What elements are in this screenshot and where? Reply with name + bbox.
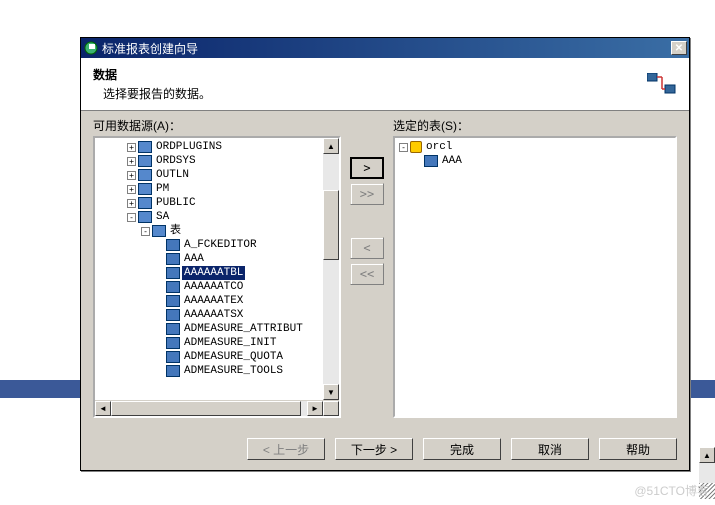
- item-icon: [424, 155, 438, 167]
- scroll-up-button[interactable]: ▲: [323, 138, 339, 154]
- expander-icon[interactable]: +: [127, 157, 136, 166]
- table-node[interactable]: ADMEASURE_ATTRIBUT: [95, 322, 323, 336]
- cancel-button[interactable]: 取消: [511, 438, 589, 460]
- table-node[interactable]: AAAAAATSX: [95, 308, 323, 322]
- table-icon: [138, 141, 152, 153]
- back-button[interactable]: < 上一步: [247, 438, 325, 460]
- button-bar: < 上一步 下一步 > 完成 取消 帮助: [81, 428, 689, 470]
- remove-button[interactable]: <: [350, 237, 384, 259]
- remove-all-button[interactable]: <<: [350, 263, 384, 285]
- expander-icon[interactable]: +: [127, 143, 136, 152]
- watermark: @51CTO博客: [634, 482, 709, 499]
- scroll-thumb[interactable]: [323, 190, 339, 260]
- table-node[interactable]: ADMEASURE_TOOLS: [95, 364, 323, 378]
- item-icon: [166, 281, 180, 293]
- add-button[interactable]: >: [350, 157, 384, 179]
- schema-node[interactable]: +OUTLN: [95, 168, 323, 182]
- table-node[interactable]: ADMEASURE_INIT: [95, 336, 323, 350]
- item-icon: [166, 309, 180, 321]
- finish-button[interactable]: 完成: [423, 438, 501, 460]
- table-node[interactable]: AAAAAATEX: [95, 294, 323, 308]
- table-group-node[interactable]: -表: [95, 224, 323, 238]
- add-all-button[interactable]: >>: [350, 183, 384, 205]
- window-title: 标准报表创建向导: [102, 40, 671, 57]
- data-icon: [647, 73, 677, 95]
- table-icon: [138, 211, 152, 223]
- expander-icon[interactable]: +: [127, 199, 136, 208]
- available-tree[interactable]: +ORDPLUGINS+ORDSYS+OUTLN+PM+PUBLIC-SA-表A…: [93, 136, 341, 418]
- table-icon: [138, 183, 152, 195]
- page-subtitle: 选择要报告的数据。: [103, 85, 647, 102]
- selected-label: 选定的表(S)：: [393, 117, 677, 134]
- item-icon: [166, 267, 180, 279]
- item-icon: [166, 323, 180, 335]
- table-icon: [138, 169, 152, 181]
- close-button[interactable]: ✕: [671, 41, 687, 55]
- item-icon: [166, 253, 180, 265]
- schema-node[interactable]: +PM: [95, 182, 323, 196]
- hscrollbar[interactable]: ◄ ►: [95, 400, 339, 416]
- selected-tree[interactable]: -orclAAA: [393, 136, 677, 418]
- available-label: 可用数据源(A)：: [93, 117, 341, 134]
- expander-icon[interactable]: +: [127, 171, 136, 180]
- table-node[interactable]: ADMEASURE_QUOTA: [95, 350, 323, 364]
- selected-table-node[interactable]: AAA: [395, 154, 675, 168]
- scroll-right-button[interactable]: ►: [307, 401, 323, 416]
- item-icon: [166, 365, 180, 377]
- table-node[interactable]: AAAAAATCO: [95, 280, 323, 294]
- page-title: 数据: [93, 66, 647, 83]
- table-node[interactable]: AAA: [95, 252, 323, 266]
- scroll-left-button[interactable]: ◄: [95, 401, 111, 416]
- item-icon: [166, 239, 180, 251]
- table-icon: [138, 155, 152, 167]
- item-icon: [166, 337, 180, 349]
- item-icon: [166, 351, 180, 363]
- wizard-header: 数据 选择要报告的数据。: [81, 58, 689, 111]
- db-icon: [410, 141, 422, 153]
- table-icon: [138, 197, 152, 209]
- help-button[interactable]: 帮助: [599, 438, 677, 460]
- titlebar[interactable]: 标准报表创建向导 ✕: [81, 38, 689, 58]
- expander-icon[interactable]: -: [127, 213, 136, 222]
- schema-node[interactable]: +ORDSYS: [95, 154, 323, 168]
- schema-node[interactable]: +ORDPLUGINS: [95, 140, 323, 154]
- table-node[interactable]: AAAAAATBL: [95, 266, 323, 280]
- vscrollbar[interactable]: ▲ ▼: [323, 138, 339, 400]
- wizard-dialog: 标准报表创建向导 ✕ 数据 选择要报告的数据。 可用数据源(A)：: [80, 37, 690, 471]
- item-icon: [166, 295, 180, 307]
- table-icon: [152, 225, 166, 237]
- expander-icon[interactable]: -: [399, 143, 408, 152]
- db-node[interactable]: -orcl: [395, 140, 675, 154]
- expander-icon[interactable]: +: [127, 185, 136, 194]
- scroll-thumb-h[interactable]: [111, 401, 301, 416]
- next-button[interactable]: 下一步 >: [335, 438, 413, 460]
- schema-node[interactable]: -SA: [95, 210, 323, 224]
- page-vscroll-fragment[interactable]: ▲: [699, 447, 715, 483]
- scroll-down-button[interactable]: ▼: [323, 384, 339, 400]
- app-icon: [83, 40, 99, 56]
- expander-icon[interactable]: -: [141, 227, 150, 236]
- schema-node[interactable]: +PUBLIC: [95, 196, 323, 210]
- table-node[interactable]: A_FCKEDITOR: [95, 238, 323, 252]
